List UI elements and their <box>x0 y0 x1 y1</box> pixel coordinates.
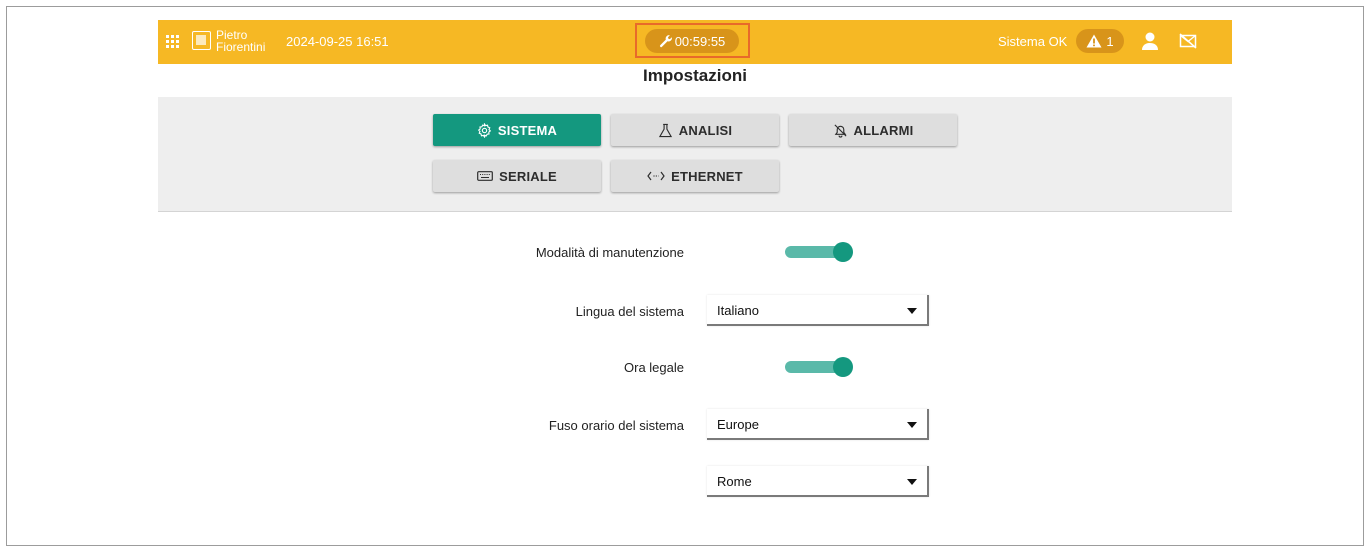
top-bar: Pietro Fiorentini 2024-09-25 16:51 00:59… <box>158 20 1232 64</box>
maintenance-mode-toggle[interactable] <box>785 242 857 263</box>
tab-seriale[interactable]: SERIALE <box>433 160 601 192</box>
page-title: Impostazioni <box>643 66 747 85</box>
brand-name: Pietro Fiorentini <box>216 29 286 53</box>
timer-value: 00:59:55 <box>674 33 726 49</box>
tab-sistema[interactable]: SISTEMA <box>433 114 601 146</box>
language-label: Lingua del sistema <box>575 304 684 319</box>
brand-line-2: Fiorentini <box>216 40 266 54</box>
system-status: Sistema OK <box>998 34 1068 49</box>
flask-icon <box>658 123 672 137</box>
maintenance-timer-highlight: 00:59:55 <box>635 23 750 58</box>
maintenance-timer[interactable]: 00:59:55 <box>645 29 739 53</box>
app-frame <box>6 6 1364 546</box>
tab-label: ETHERNET <box>671 168 743 184</box>
wrench-icon <box>659 35 672 48</box>
gear-icon <box>477 122 492 138</box>
timezone-region-value: Europe <box>717 417 759 432</box>
timezone-city-select[interactable]: Rome <box>707 466 929 497</box>
code-arrows-icon <box>647 171 665 181</box>
user-icon[interactable] <box>1141 31 1159 51</box>
timezone-label: Fuso orario del sistema <box>548 418 684 433</box>
tab-label: SISTEMA <box>497 122 558 138</box>
tab-allarmi[interactable]: ALLARMI <box>789 114 957 146</box>
toggle-knob <box>833 357 853 377</box>
dst-toggle[interactable] <box>785 357 857 378</box>
tab-label: ANALISI <box>678 122 733 138</box>
tab-label: ALLARMI <box>853 122 914 138</box>
alarm-badge[interactable]: 1 <box>1076 29 1124 53</box>
tab-label: SERIALE <box>499 168 557 184</box>
tab-analisi[interactable]: ANALISI <box>611 114 779 146</box>
chevron-down-icon <box>907 479 917 485</box>
connection-off-icon[interactable] <box>1179 33 1197 49</box>
language-select[interactable]: Italiano <box>707 295 929 326</box>
keyboard-icon <box>477 171 494 181</box>
timezone-city-value: Rome <box>717 474 752 489</box>
tab-ethernet[interactable]: ETHERNET <box>611 160 779 192</box>
chevron-down-icon <box>907 422 917 428</box>
toggle-knob <box>833 242 853 262</box>
warning-icon <box>1086 34 1102 48</box>
settings-tab-panel: SISTEMA ANALISI ALLARMI SERIALE ETHERNET <box>158 97 1232 212</box>
apps-grid-icon[interactable] <box>166 35 179 48</box>
datetime: 2024-09-25 16:51 <box>286 34 389 49</box>
logo-icon <box>192 31 211 50</box>
language-value: Italiano <box>717 303 759 318</box>
chevron-down-icon <box>907 308 917 314</box>
dst-label: Ora legale <box>624 360 684 375</box>
bell-off-icon <box>834 123 847 138</box>
alarm-count: 1 <box>1106 33 1114 49</box>
timezone-region-select[interactable]: Europe <box>707 409 929 440</box>
maintenance-mode-label: Modalità di manutenzione <box>535 245 684 260</box>
